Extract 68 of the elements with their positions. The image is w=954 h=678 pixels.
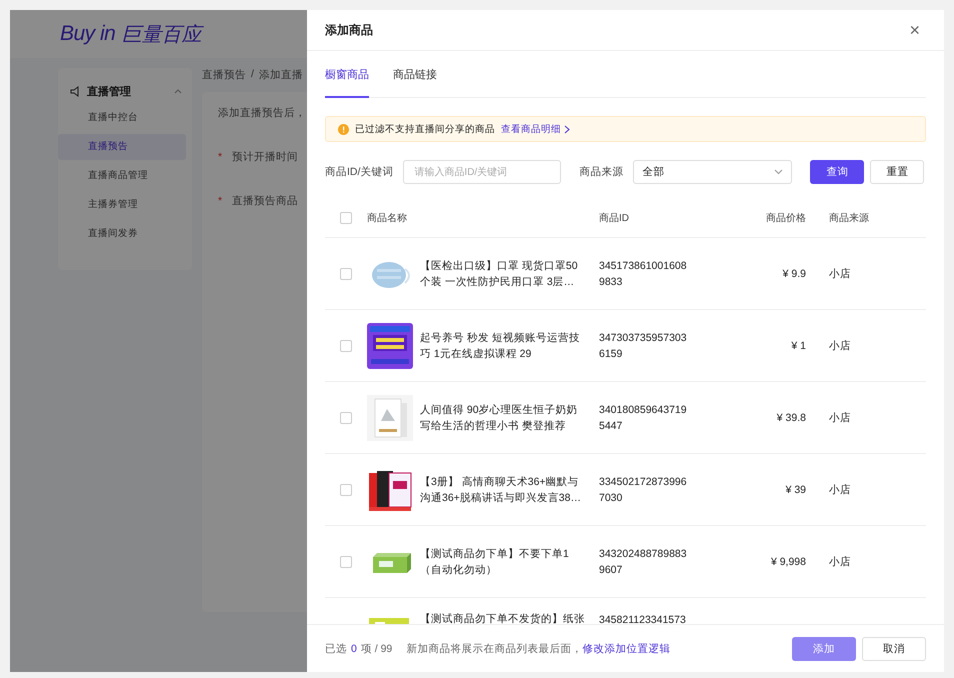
sidebar-item[interactable]: 直播中控台 [58, 105, 186, 131]
column-header: 商品名称 [367, 212, 407, 224]
product-name: 起号养号 秒发 短视频账号运营技巧 1元在线虚拟课程 29 [420, 330, 581, 362]
close-button[interactable]: × [909, 20, 920, 40]
position-link[interactable]: 修改添加位置逻辑 [582, 642, 670, 656]
breadcrumb-item[interactable]: 直播预告 [202, 68, 246, 82]
search-button[interactable]: 查询 [810, 160, 864, 184]
sidebar-group-label[interactable]: 直播管理 [87, 84, 168, 98]
intro-text: 添加直播预告后， [218, 106, 307, 120]
source-select[interactable]: 全部 [633, 160, 792, 184]
selected-label: 已选 [325, 642, 347, 656]
product-price: ¥ 1 [791, 340, 806, 352]
product-id: 3473037359573036159 [599, 330, 688, 362]
product-source: 小店 [829, 556, 851, 568]
cancel-button[interactable]: 取消 [862, 636, 926, 660]
caret-icon[interactable] [174, 88, 182, 94]
keyword-label: 商品ID/关键词 [325, 165, 394, 179]
total-count: 项 / 99 [360, 642, 392, 656]
source-label: 商品来源 [579, 165, 624, 179]
drawer-title: 添加商品 [325, 22, 373, 38]
required-mark: * [218, 195, 222, 207]
field-label: 预计开播时间 [232, 150, 298, 164]
sidebar-item[interactable]: 直播预告 [58, 134, 186, 160]
product-source: 小店 [829, 268, 851, 280]
product-id: 3401808596437195447 [599, 402, 688, 434]
product-price: ¥ 39.8 [776, 412, 806, 424]
product-name: 【医检出口级】口罩 现货口罩50个装 一次性防护民用口罩 3层… [420, 258, 579, 290]
keyword-input[interactable]: 请输入商品ID/关键词 [403, 160, 562, 184]
breadcrumb-item[interactable]: 添加直播 [258, 68, 303, 82]
sidebar-item[interactable]: 直播间发券 [58, 221, 186, 247]
sidebar-item[interactable]: 直播商品管理 [58, 163, 186, 189]
chevron-down-icon [774, 169, 784, 175]
product-price: ¥ 9,998 [770, 556, 806, 568]
selected-count: 0 [351, 642, 357, 654]
product-source: 小店 [829, 484, 851, 496]
product-name: 【3册】 高情商聊天术36+幽默与沟通36+脱稿讲话与即兴发言38… [420, 474, 582, 506]
checkbox[interactable] [340, 212, 352, 224]
product-name: 人间值得 90岁心理医生恒子奶奶写给生活的哲理小书 樊登推荐 [420, 402, 579, 434]
checkbox[interactable] [340, 268, 352, 280]
tab[interactable]: 橱窗商品 [325, 53, 369, 98]
product-source: 小店 [829, 340, 851, 352]
breadcrumb-separator: / [251, 68, 254, 82]
details-link[interactable]: 查看商品明细 [501, 122, 570, 136]
product-id: 3345021728739967030 [599, 474, 688, 506]
checkbox[interactable] [340, 340, 352, 352]
chevron-icon [564, 124, 570, 134]
footer-note: 新加商品将展示在商品列表最后面， [406, 642, 582, 656]
product-id: 3432024887898839607 [599, 546, 688, 578]
product-id: 345821123341573 [599, 613, 687, 624]
column-header: 商品价格 [766, 212, 806, 224]
speaker-icon [70, 86, 81, 96]
warning-icon [338, 124, 349, 134]
alert-text: 已过滤不支持直播间分享的商品 [355, 122, 495, 136]
product-name: 【测试商品勿下单不发货的】纸张 [420, 612, 586, 624]
column-header: 商品来源 [829, 212, 869, 224]
field-label: 直播预告商品 [232, 194, 298, 208]
checkbox[interactable] [340, 484, 352, 496]
product-id: 3451738610016089833 [599, 258, 688, 290]
product-price: ¥ 9.9 [782, 268, 806, 280]
required-mark: * [218, 151, 222, 163]
product-price: ¥ 39 [786, 484, 806, 496]
product-name: 【测试商品勿下单】不要下单1（自动化勿动） [420, 546, 570, 578]
checkbox[interactable] [340, 556, 352, 568]
sidebar-item[interactable]: 主播券管理 [58, 192, 186, 218]
product-source: 小店 [829, 412, 851, 424]
column-header: 商品ID [599, 212, 629, 224]
reset-button[interactable]: 重置 [870, 160, 924, 184]
checkbox[interactable] [340, 412, 352, 424]
